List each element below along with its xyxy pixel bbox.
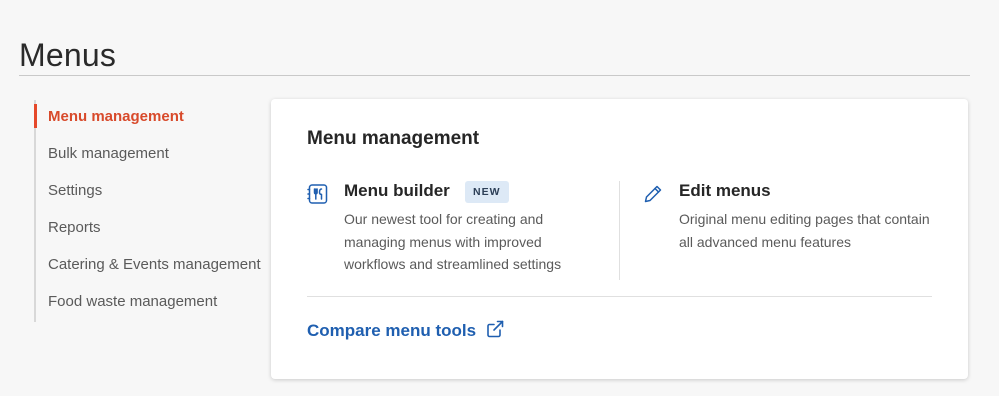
pencil-icon xyxy=(642,183,664,205)
menu-builder-icon xyxy=(307,183,329,205)
sidebar-item-food-waste-management[interactable]: Food waste management xyxy=(36,285,266,322)
edit-menus-title: Edit menus xyxy=(679,181,771,200)
compare-menu-tools-link[interactable]: Compare menu tools xyxy=(307,319,505,344)
compare-menu-tools-label: Compare menu tools xyxy=(307,321,477,340)
card-title: Menu management xyxy=(307,128,480,149)
sidebar-item-bulk-management[interactable]: Bulk management xyxy=(36,137,266,174)
sidebar-nav: Menu management Bulk management Settings… xyxy=(34,100,266,322)
menu-builder-title: Menu builder xyxy=(344,181,450,200)
row-divider xyxy=(307,296,932,297)
sidebar-item-menu-management[interactable]: Menu management xyxy=(34,100,266,137)
page-title: Menus xyxy=(19,37,117,74)
edit-menus-description: Original menu editing pages that contain… xyxy=(679,211,930,250)
sidebar-item-settings[interactable]: Settings xyxy=(36,174,266,211)
sidebar-item-catering-events-management[interactable]: Catering & Events management xyxy=(36,248,266,285)
menu-builder-description: Our newest tool for creating and managin… xyxy=(344,211,562,272)
sidebar-item-reports[interactable]: Reports xyxy=(36,211,266,248)
column-divider xyxy=(619,181,620,280)
external-link-icon xyxy=(485,319,505,344)
new-badge: NEW xyxy=(465,181,509,203)
menu-management-card: Menu management Menu builder NEW Our new… xyxy=(271,99,968,379)
title-divider xyxy=(19,75,970,76)
